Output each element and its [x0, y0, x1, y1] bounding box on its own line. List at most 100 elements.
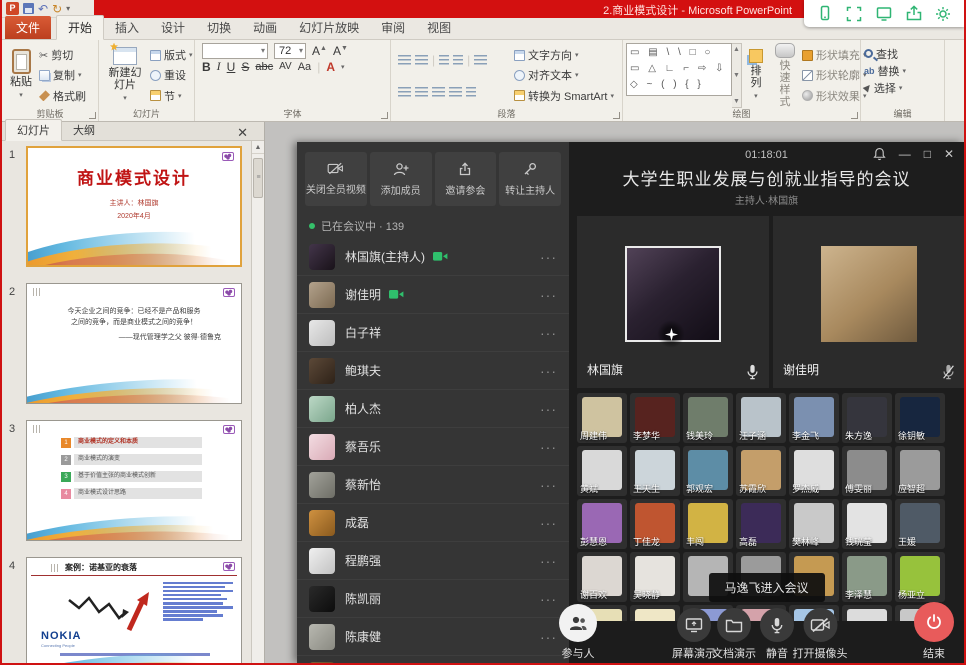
participant-row[interactable]: 陈凯丽 ··· [297, 580, 569, 618]
participant-row[interactable]: 蔡吾乐 ··· [297, 428, 569, 466]
mute-button[interactable]: 静音 [760, 608, 794, 661]
layout-button[interactable]: 版式▾ [150, 47, 193, 64]
close-all-video-button[interactable]: 关闭全员视频 [305, 152, 367, 206]
numbering-icon[interactable] [415, 55, 428, 66]
ribbon-tab[interactable]: 审阅 [370, 16, 416, 39]
minimize-icon[interactable]: — [899, 147, 911, 161]
change-case-button[interactable]: Aa [298, 61, 311, 73]
ribbon-tab[interactable]: 插入 [104, 16, 150, 39]
participant-row[interactable]: 陈康健 ··· [297, 618, 569, 656]
shape-effects-button[interactable]: 形状效果▾ [802, 87, 867, 104]
shrink-font-button[interactable]: A▼ [333, 44, 348, 58]
video-tile[interactable]: 彭慧恩 [577, 499, 627, 549]
more-options-button[interactable]: ··· [540, 629, 557, 645]
italic-button[interactable]: I [217, 59, 221, 74]
participant-row[interactable]: 林国旗(主持人) ··· [297, 238, 569, 276]
phone-icon[interactable] [816, 5, 834, 23]
dialog-launcher-icon[interactable] [613, 112, 620, 119]
redo-button[interactable]: ↻ [52, 4, 62, 14]
paste-button[interactable]: 粘贴▾ [5, 43, 37, 108]
more-options-button[interactable]: ··· [540, 591, 557, 607]
line-spacing-icon[interactable] [474, 55, 487, 66]
save-button[interactable] [23, 3, 34, 14]
dialog-launcher-icon[interactable] [851, 112, 858, 119]
new-slide-button[interactable]: 新建幻灯片▾ [102, 43, 148, 108]
fullscreen-icon[interactable] [845, 5, 863, 23]
customize-qat-button[interactable]: ▾ [66, 4, 70, 13]
monitor-icon[interactable] [875, 5, 893, 23]
video-tile[interactable]: 朱方逸 [842, 393, 892, 443]
close-icon[interactable]: ✕ [237, 126, 248, 140]
shape-fill-button[interactable]: 形状填充▾ [802, 47, 867, 64]
video-tile[interactable]: 郭观宏 [683, 446, 733, 496]
maximize-icon[interactable]: □ [924, 147, 931, 161]
strikethrough-button[interactable]: abc [255, 61, 273, 73]
reset-button[interactable]: 重设 [150, 67, 193, 84]
participant-row[interactable]: 谢佳明 ··· [297, 276, 569, 314]
video-tile[interactable]: 钱美玲 [683, 393, 733, 443]
more-options-button[interactable]: ··· [540, 401, 557, 417]
video-tile[interactable]: 吴晓静 [630, 552, 680, 602]
align-center-icon[interactable] [415, 87, 428, 98]
video-tile[interactable]: 徐钥敏 [895, 393, 945, 443]
slide-thumbnail-3[interactable]: 1 商业模式的定义和本质 2 商业模式的演变 3 基于价值主张的商业模式创新 [26, 420, 242, 541]
close-icon[interactable]: ✕ [944, 147, 954, 161]
more-options-button[interactable]: ··· [540, 439, 557, 455]
participant-row[interactable]: 蔡新怡 ··· [297, 466, 569, 504]
video-tile[interactable]: 钱珖莹 [842, 499, 892, 549]
ribbon-tab[interactable]: 视图 [416, 16, 462, 39]
video-tile[interactable]: 丁佳龙 [630, 499, 680, 549]
bullets-icon[interactable] [398, 55, 411, 66]
video-tile[interactable]: 黄斌 [577, 446, 627, 496]
more-options-button[interactable]: ··· [540, 553, 557, 569]
underline-button[interactable]: U [227, 60, 236, 74]
cut-button[interactable]: ✂剪切 [39, 47, 86, 64]
screen-share-button[interactable]: 屏幕演示 [672, 608, 716, 661]
more-options-button[interactable]: ··· [540, 287, 557, 303]
align-left-icon[interactable] [398, 87, 411, 98]
select-button[interactable]: ▶选择▾ [864, 79, 941, 96]
dialog-launcher-icon[interactable] [89, 112, 96, 119]
ribbon-tab[interactable]: 切换 [196, 16, 242, 39]
dialog-launcher-icon[interactable] [381, 112, 388, 119]
quick-styles-button[interactable]: 快速样式 [770, 43, 800, 108]
video-tile[interactable]: 汪子涵 [736, 393, 786, 443]
video-tile[interactable]: 谢百欢 [577, 552, 627, 602]
find-button[interactable]: 查找 [864, 45, 941, 62]
more-options-button[interactable]: ··· [540, 477, 557, 493]
video-tile[interactable]: 樊林峰 [789, 499, 839, 549]
more-options-button[interactable]: ··· [540, 515, 557, 531]
video-tile[interactable]: 李泽慧 [842, 552, 892, 602]
more-options-button[interactable]: ··· [540, 249, 557, 265]
smartart-button[interactable]: 转换为 SmartArt▾ [514, 87, 614, 104]
end-meeting-button[interactable]: 结束 [914, 602, 954, 661]
tab-outline[interactable]: 大纲 [62, 120, 106, 140]
video-tile[interactable]: 周建伟 [577, 393, 627, 443]
more-options-button[interactable]: ··· [540, 363, 557, 379]
video-tile[interactable]: 王媛 [895, 499, 945, 549]
character-spacing-button[interactable]: AV [279, 61, 292, 72]
shape-outline-button[interactable]: 形状轮廓▾ [802, 67, 867, 84]
bell-icon[interactable] [873, 147, 886, 161]
ribbon-tab[interactable]: 幻灯片放映 [288, 16, 370, 39]
featured-video-tile[interactable]: 林国旗 [577, 216, 769, 388]
font-size-select[interactable]: 72 [274, 43, 306, 59]
shapes-scroll[interactable]: ▲▼▼ [732, 43, 742, 108]
ribbon-tab[interactable]: 文件 [5, 16, 51, 39]
scrollbar-thumb[interactable]: ≡ [253, 158, 263, 198]
participant-row[interactable]: 成磊 ··· [297, 504, 569, 542]
font-name-select[interactable] [202, 43, 268, 59]
copy-button[interactable]: 复制▾ [39, 67, 86, 84]
participant-row[interactable]: 鲍琪夫 ··· [297, 352, 569, 390]
ribbon-tab[interactable]: 动画 [242, 16, 288, 39]
video-tile[interactable]: 王天生 [630, 446, 680, 496]
ribbon-tab[interactable]: 设计 [150, 16, 196, 39]
participant-row[interactable]: 白子祥 ··· [297, 314, 569, 352]
participant-row[interactable]: ··· [297, 656, 569, 663]
video-tile[interactable]: 傅雯丽 [842, 446, 892, 496]
scroll-up-icon[interactable]: ▲ [252, 141, 264, 154]
open-camera-button[interactable]: 打开摄像头 [793, 608, 848, 661]
replace-button[interactable]: ab替换▾ [864, 62, 941, 79]
arrange-button[interactable]: 排列▾ [744, 43, 768, 108]
undo-button[interactable]: ↶ [38, 4, 48, 14]
